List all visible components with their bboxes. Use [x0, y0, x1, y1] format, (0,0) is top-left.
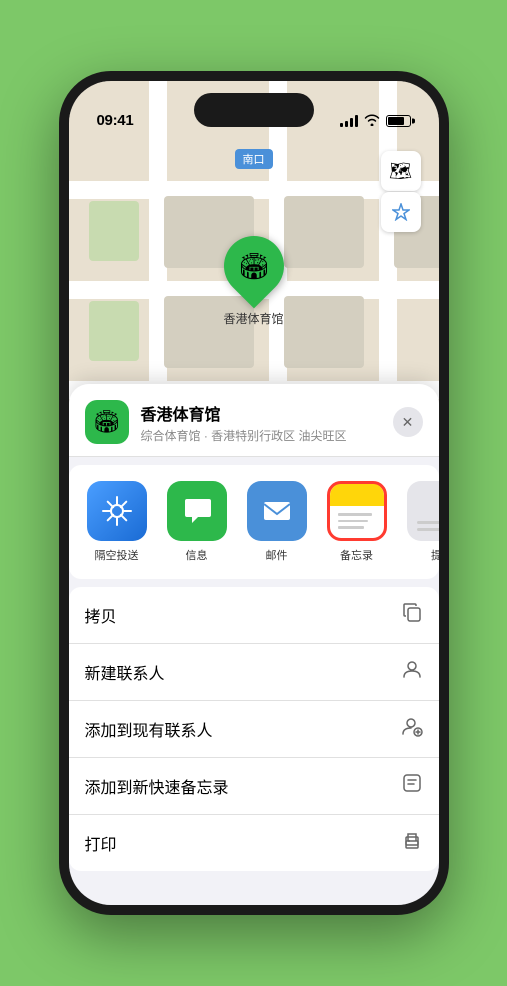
status-time: 09:41: [97, 112, 134, 129]
map-label: 南口: [235, 149, 273, 169]
share-more[interactable]: 提: [405, 481, 439, 563]
action-list: 拷贝 新建联系人 添加到现有联系人: [69, 587, 439, 871]
more-label: 提: [431, 547, 439, 563]
status-icons: [340, 113, 411, 129]
location-subtitle: 综合体育馆 · 香港特别行政区 油尖旺区: [141, 427, 381, 444]
pin-label: 香港体育馆: [223, 310, 283, 327]
action-new-contact-label: 新建联系人: [85, 660, 165, 684]
new-contact-icon: [401, 658, 423, 686]
map-location-button[interactable]: [381, 192, 421, 232]
wifi-icon: [364, 113, 380, 129]
action-print-label: 打印: [85, 831, 117, 855]
location-name: 香港体育馆: [141, 401, 381, 425]
mail-label: 邮件: [266, 547, 288, 563]
bottom-sheet: 🏟 香港体育馆 综合体育馆 · 香港特别行政区 油尖旺区 ✕: [69, 384, 439, 905]
phone-frame: 09:41: [59, 71, 449, 915]
share-messages[interactable]: 信息: [165, 481, 229, 563]
action-add-contact[interactable]: 添加到现有联系人: [69, 701, 439, 758]
share-row: 隔空投送 信息 邮件: [69, 465, 439, 579]
action-add-contact-label: 添加到现有联系人: [85, 717, 213, 741]
airdrop-label: 隔空投送: [95, 547, 139, 563]
location-info: 香港体育馆 综合体育馆 · 香港特别行政区 油尖旺区: [141, 401, 381, 444]
location-pin: 🏟 香港体育馆: [223, 236, 283, 327]
print-icon: [401, 829, 423, 857]
action-quick-note-label: 添加到新快速备忘录: [85, 774, 229, 798]
map-layers-button[interactable]: 🗺: [381, 151, 421, 191]
map-controls: 🗺: [381, 151, 421, 232]
close-button[interactable]: ✕: [393, 407, 423, 437]
battery-icon: [386, 115, 411, 127]
action-copy-label: 拷贝: [85, 603, 117, 627]
action-new-contact[interactable]: 新建联系人: [69, 644, 439, 701]
action-quick-note[interactable]: 添加到新快速备忘录: [69, 758, 439, 815]
location-venue-icon: 🏟: [85, 400, 129, 444]
notes-label: 备忘录: [340, 547, 373, 563]
airdrop-icon: [87, 481, 147, 541]
quick-note-icon: [401, 772, 423, 800]
action-print[interactable]: 打印: [69, 815, 439, 871]
signal-icon: [340, 115, 358, 127]
copy-icon: [401, 601, 423, 629]
share-airdrop[interactable]: 隔空投送: [85, 481, 149, 563]
add-contact-icon: [401, 715, 423, 743]
notes-icon: [327, 481, 387, 541]
messages-icon: [167, 481, 227, 541]
mail-icon: [247, 481, 307, 541]
action-copy[interactable]: 拷贝: [69, 587, 439, 644]
more-icon: [407, 481, 439, 541]
location-header: 🏟 香港体育馆 综合体育馆 · 香港特别行政区 油尖旺区 ✕: [69, 384, 439, 457]
share-notes[interactable]: 备忘录: [325, 481, 389, 563]
dynamic-island: [194, 93, 314, 127]
share-mail[interactable]: 邮件: [245, 481, 309, 563]
messages-label: 信息: [186, 547, 208, 563]
